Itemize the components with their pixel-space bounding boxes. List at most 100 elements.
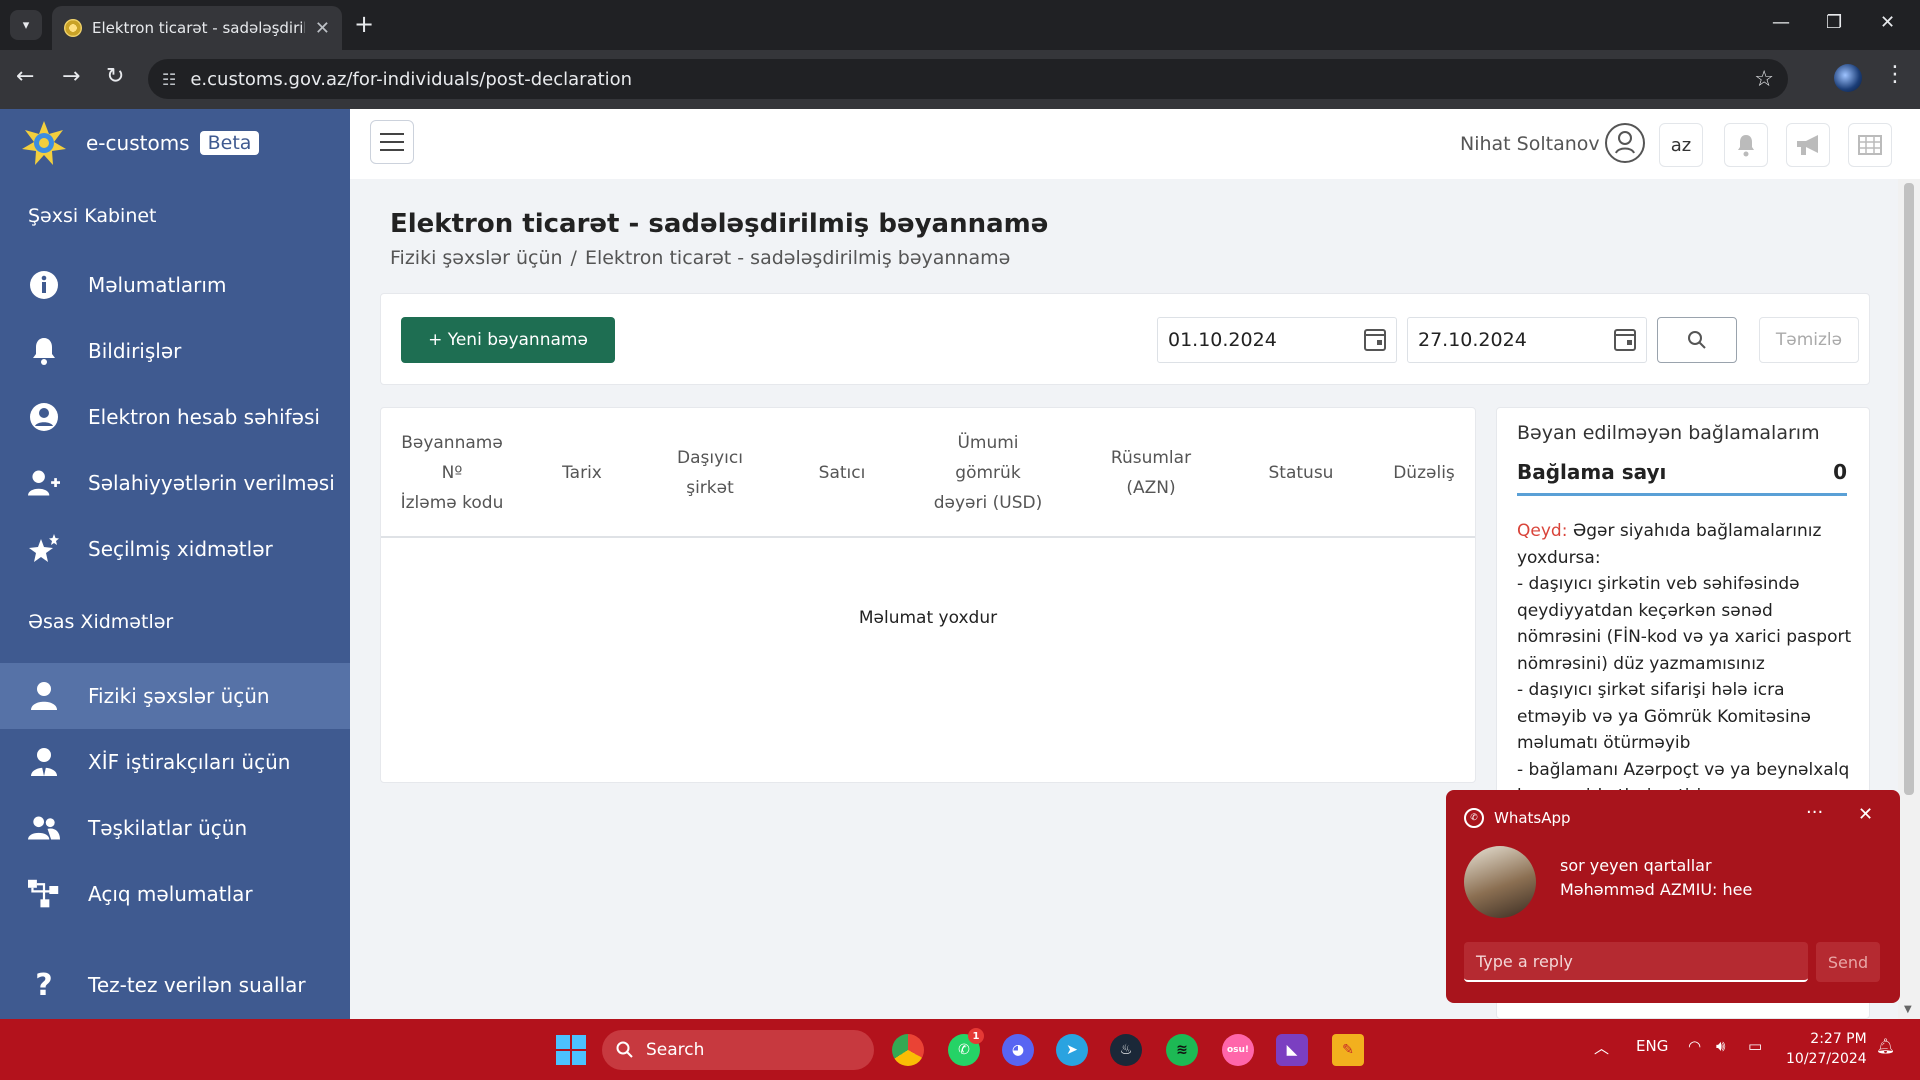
sidebar-item-label: XİF iştirakçıları üçün <box>88 750 291 774</box>
note-item: - daşıyıcı şirkət sifarişi hələ icra etm… <box>1517 680 1811 753</box>
language-switcher[interactable]: az <box>1659 123 1703 167</box>
sidebar: e-customs Beta Şəxsi Kabinet Məlumatları… <box>0 109 350 1019</box>
sidebar-item-organizations[interactable]: Təşkilatlar üçün <box>0 795 350 861</box>
spotify-icon[interactable]: ≋ <box>1166 1034 1198 1066</box>
customs-emblem-icon <box>22 121 66 165</box>
visual-studio-icon[interactable]: ◣ <box>1276 1034 1308 1066</box>
column-header: Bəyannamə Nº İzləmə kodu <box>400 433 504 513</box>
page-scrollbar[interactable]: ▼ <box>1898 179 1920 1019</box>
brand[interactable]: e-customs Beta <box>20 119 260 167</box>
user-tie-icon <box>28 746 60 778</box>
packages-note: Qeyd: Əgər siyahıda bağlamalarınız yoxdu… <box>1517 518 1857 810</box>
browser-toolbar: ← → ↻ ☷ e.customs.gov.az/for-individuals… <box>0 50 1920 109</box>
new-tab-button[interactable]: + <box>354 10 374 38</box>
close-icon[interactable]: ✕ <box>1858 804 1873 825</box>
column-header: Statusu <box>1268 463 1334 483</box>
stars-icon <box>28 533 60 565</box>
send-button[interactable]: Send <box>1816 942 1880 982</box>
sidebar-item-e-account[interactable]: Elektron hesab səhifəsi <box>0 384 350 450</box>
sidebar-item-label: Təşkilatlar üçün <box>88 816 248 840</box>
browser-menu-icon[interactable]: ⋮ <box>1884 62 1906 87</box>
column-header: Tarix <box>562 463 602 483</box>
notification-header: ✆ WhatsApp <box>1464 808 1571 828</box>
profile-avatar[interactable] <box>1834 64 1862 92</box>
osu-icon[interactable]: osu! <box>1222 1034 1254 1066</box>
reload-icon[interactable]: ↻ <box>106 64 124 89</box>
sidebar-item-permissions[interactable]: Səlahiyyətlərin verilməsi <box>0 450 350 516</box>
site-info-icon[interactable]: ☷ <box>162 70 176 89</box>
address-bar[interactable]: ☷ e.customs.gov.az/for-individuals/post-… <box>148 59 1788 99</box>
sidebar-item-foreign-trade[interactable]: XİF iştirakçıları üçün <box>0 729 350 795</box>
sitemap-icon <box>28 878 60 910</box>
bookmark-star-icon[interactable]: ☆ <box>1754 67 1774 92</box>
date-from-field[interactable]: 01.10.2024 <box>1157 317 1397 363</box>
wifi-icon[interactable]: ◠ <box>1688 1037 1701 1055</box>
sidebar-item-open-data[interactable]: Açıq məlumatlar <box>0 861 350 927</box>
minimize-icon[interactable]: — <box>1772 12 1790 33</box>
system-clock[interactable]: 2:27 PM 10/27/2024 <box>1786 1029 1867 1069</box>
date-to-field[interactable]: 27.10.2024 <box>1407 317 1647 363</box>
apps-grid-icon[interactable] <box>1848 123 1892 167</box>
steam-icon[interactable]: ♨ <box>1110 1034 1142 1066</box>
info-icon <box>28 269 60 301</box>
discord-icon[interactable]: ◕ <box>1002 1034 1034 1066</box>
note-item: - daşıyıcı şirkətin veb səhifəsində qeyd… <box>1517 574 1852 674</box>
volume-icon[interactable]: 🔊︎ <box>1716 1037 1725 1055</box>
hamburger-menu-icon[interactable] <box>370 120 414 164</box>
sidebar-item-label: Səlahiyyətlərin verilməsi <box>88 471 335 495</box>
close-tab-icon[interactable]: ✕ <box>315 18 330 39</box>
scrollbar-thumb[interactable] <box>1904 183 1914 795</box>
sidebar-item-my-info[interactable]: Məlumatlarım <box>0 252 350 318</box>
sidebar-item-individuals[interactable]: Fiziki şəxslər üçün <box>0 663 350 729</box>
user-icon <box>28 680 60 712</box>
sidebar-item-notifications[interactable]: Bildirişlər <box>0 318 350 384</box>
packages-title: Bəyan edilməyən bağlamalarım <box>1517 422 1820 444</box>
windows-start-icon[interactable] <box>556 1035 586 1065</box>
back-icon[interactable]: ← <box>16 64 34 89</box>
new-declaration-button[interactable]: + Yeni bəyannamə <box>401 317 615 363</box>
whatsapp-taskbar-icon[interactable]: ✆ 1 <box>948 1028 984 1066</box>
tool-icon[interactable]: ✎ <box>1332 1034 1364 1066</box>
tab-search-button[interactable]: ▾ <box>10 10 42 40</box>
announcements-megaphone-icon[interactable] <box>1786 123 1830 167</box>
battery-icon[interactable]: ▭ <box>1748 1037 1762 1055</box>
column-header: Düzəliş <box>1393 463 1455 483</box>
brand-name: e-customs <box>86 131 190 155</box>
telegram-icon[interactable]: ➤ <box>1056 1034 1088 1066</box>
package-count-label: Bağlama sayı <box>1517 460 1667 484</box>
taskbar-search[interactable]: Search <box>602 1030 874 1070</box>
restore-icon[interactable]: ❐ <box>1826 12 1842 33</box>
sidebar-item-favorites[interactable]: Seçilmiş xidmətlər <box>0 516 350 582</box>
chrome-icon[interactable] <box>892 1034 924 1066</box>
contact-avatar <box>1464 846 1536 918</box>
calendar-icon[interactable] <box>1614 329 1636 351</box>
table-header: Bəyannamə Nº İzləmə kodu Tarix Daşıyıcı … <box>381 408 1475 538</box>
show-hidden-icons-icon[interactable]: ︿ <box>1594 1037 1609 1058</box>
input-language[interactable]: ENG <box>1636 1037 1668 1055</box>
forward-icon[interactable]: → <box>62 64 80 89</box>
notification-app-name: WhatsApp <box>1494 809 1571 827</box>
scroll-down-arrow-icon[interactable]: ▼ <box>1904 1004 1912 1015</box>
close-window-icon[interactable]: ✕ <box>1880 12 1895 33</box>
windows-taskbar: Search ✆ 1 ◕ ➤ ♨ ≋ osu! ◣ ✎ ︿ ENG ◠ 🔊︎ ▭ … <box>0 1019 1920 1080</box>
notifications-bell-icon[interactable] <box>1724 123 1768 167</box>
empty-state: Məlumat yoxdur <box>858 608 998 628</box>
user-avatar-icon[interactable] <box>1605 123 1645 163</box>
clear-button[interactable]: Təmizlə <box>1759 317 1859 363</box>
notification-bell-icon[interactable]: 🔔︎ <box>1876 1037 1895 1055</box>
whatsapp-notification[interactable]: ✆ WhatsApp ··· ✕ sor yeyen qartallar Məh… <box>1446 790 1900 1003</box>
more-options-icon[interactable]: ··· <box>1806 802 1823 823</box>
search-button[interactable] <box>1657 317 1737 363</box>
sidebar-item-faq[interactable]: ? Tez-tez verilən suallar <box>0 952 350 1018</box>
reply-input[interactable]: Type a reply <box>1464 942 1808 982</box>
calendar-icon[interactable] <box>1364 329 1386 351</box>
browser-tab[interactable]: Elektron ticarət - sadələşdirilmiş ✕ <box>52 6 342 50</box>
url-text: e.customs.gov.az/for-individuals/post-de… <box>190 68 633 90</box>
column-header: Ümumi gömrük dəyəri (USD) <box>933 433 1043 513</box>
sidebar-item-label: Məlumatlarım <box>88 273 227 297</box>
user-name[interactable]: Nihat Soltanov <box>1460 133 1600 155</box>
customs-favicon-icon <box>64 19 82 37</box>
section-personal-cabinet: Şəxsi Kabinet <box>28 205 157 227</box>
chat-name: sor yeyen qartallar <box>1560 856 1712 875</box>
breadcrumb-root-link[interactable]: Fiziki şəxslər üçün <box>390 247 563 269</box>
